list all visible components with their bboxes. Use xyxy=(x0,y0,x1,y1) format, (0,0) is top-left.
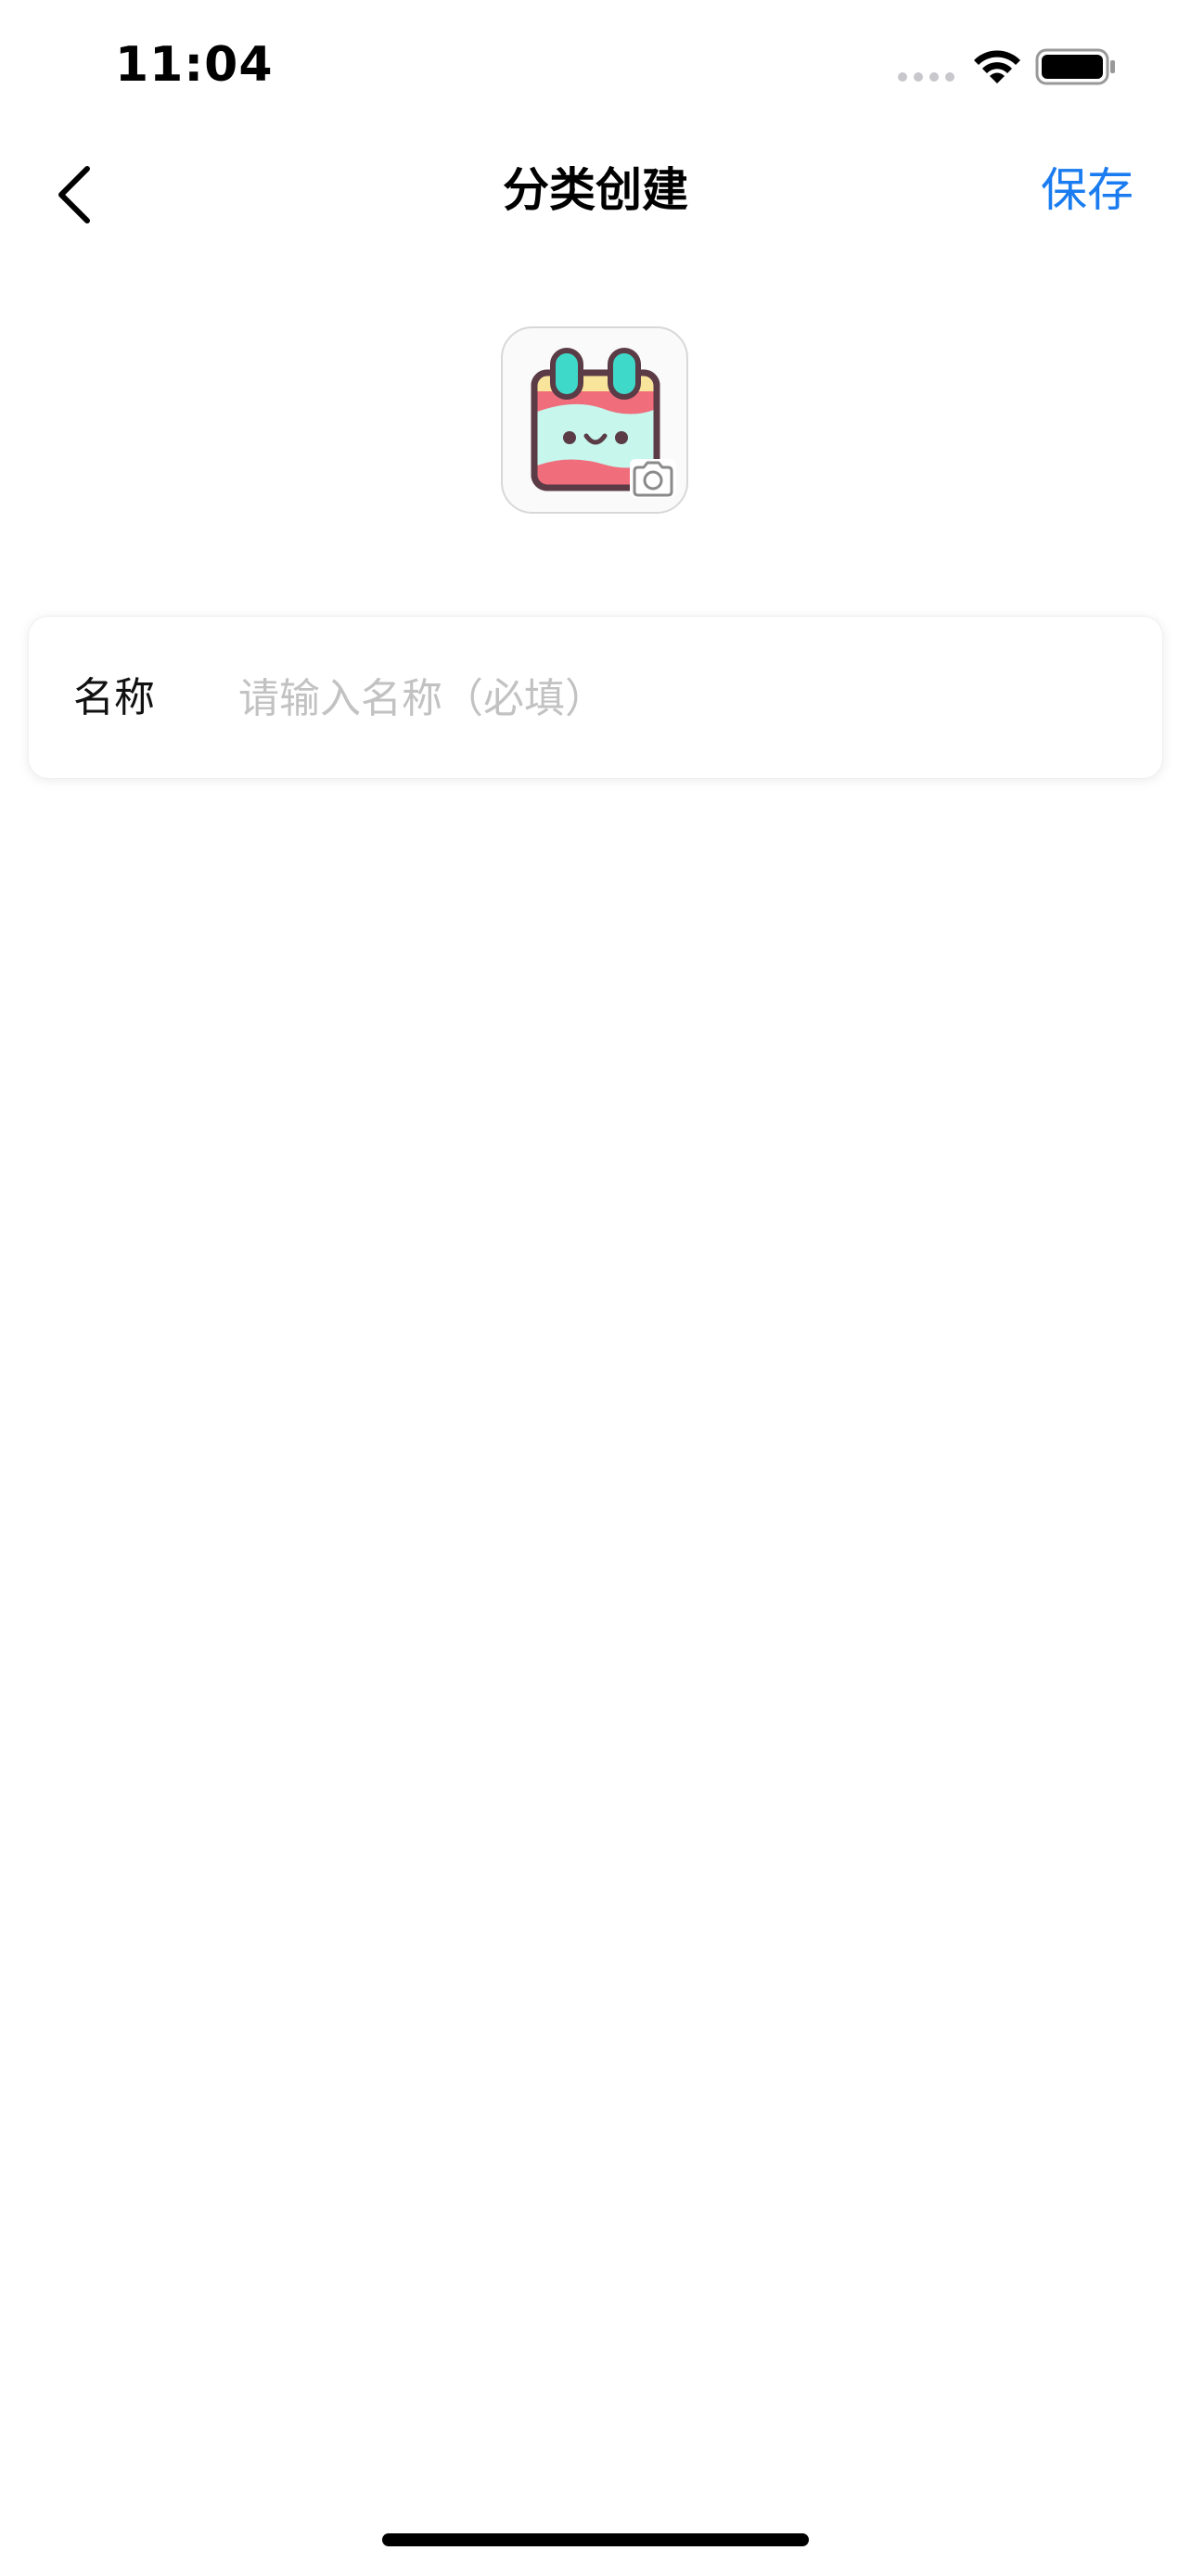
camera-icon xyxy=(630,459,676,498)
name-input[interactable] xyxy=(211,661,1147,735)
signal-dots-icon xyxy=(898,72,954,82)
page-title: 分类创建 xyxy=(503,163,688,217)
status-time: 11:04 xyxy=(115,37,274,93)
name-label: 名称 xyxy=(73,674,155,721)
battery-icon xyxy=(1035,48,1115,85)
wifi-icon xyxy=(974,50,1020,83)
name-form-card: 名称 xyxy=(28,616,1163,779)
category-icon-picker[interactable] xyxy=(501,326,688,514)
navigation-bar: 分类创建 保存 xyxy=(0,130,1191,250)
home-indicator xyxy=(382,2533,809,2546)
save-button[interactable]: 保存 xyxy=(1041,158,1133,223)
status-bar: 11:04 xyxy=(0,0,1191,130)
